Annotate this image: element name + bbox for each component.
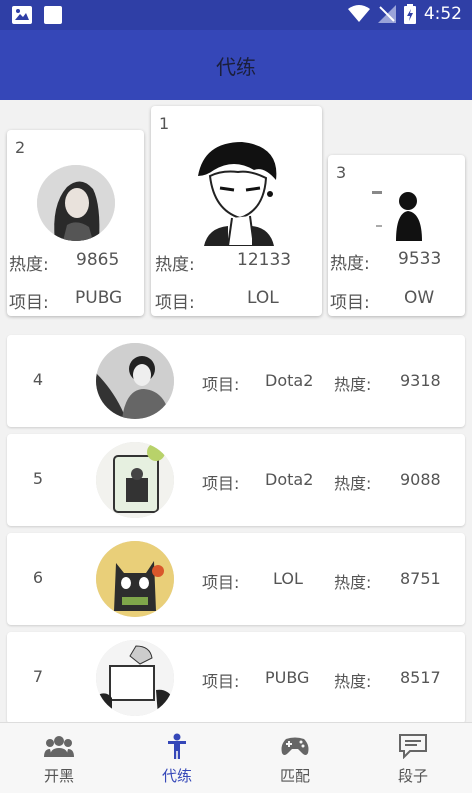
list-item[interactable]: 6 项目: LOL 热度: 8751 [7,533,465,625]
project-value: Dota2 [265,470,314,489]
project-label: 项目: [202,474,240,493]
notification-icon [44,6,62,24]
nav-label: 开黑 [43,767,74,785]
rank-number: 3 [336,163,347,182]
nav-item-duanzi[interactable]: 段子 [354,723,472,793]
heat-label: 热度: [155,255,195,275]
project-label: 项目: [330,293,370,313]
rank-number: 5 [32,469,44,488]
heat-label: 热度: [334,375,372,394]
group-icon [44,736,74,757]
app-bar: 代练 [0,30,472,100]
project-value: Dota2 [265,371,314,390]
heat-value: 9865 [76,250,120,270]
project-row: 项目: LOL [155,288,279,313]
rank-number: 6 [32,568,44,587]
project-row: 项目: PUBG [9,288,122,313]
heat-row: 热度: 12133 [155,250,291,275]
heat-row: 热度: 9533 [330,249,441,274]
person-icon [168,733,186,759]
heat-label: 热度: [9,255,49,275]
wifi-icon [347,5,370,22]
nav-label: 匹配 [279,767,310,785]
nav-label: 段子 [397,767,428,785]
nav-item-kaihei[interactable]: 开黑 [0,723,118,793]
chat-icon [399,734,427,759]
heat-row: 热度: 9865 [9,250,119,275]
heat-value: 9088 [400,470,441,489]
rank-number: 1 [159,114,170,133]
podium-card-rank-3[interactable]: 3 热度: 9533 项目: OW [328,155,465,316]
battery-icon [403,4,416,24]
project-label: 项目: [155,293,195,313]
list-item[interactable]: 7 项目: PUBG 热度: 8517 [7,632,465,724]
user-avatar [96,343,174,419]
heat-label: 热度: [330,254,370,274]
rank-number: 4 [32,370,44,389]
heat-label: 热度: [334,573,372,592]
user-avatar [37,165,115,241]
list-item[interactable]: 5 项目: Dota2 热度: 9088 [7,434,465,526]
heat-value: 8517 [400,668,441,687]
project-row: 项目: OW [330,288,434,313]
user-avatar [184,136,294,246]
user-avatar [96,541,174,617]
clock: 4:52 [423,4,462,24]
status-bar: 4:52 [0,0,472,30]
user-avatar [368,183,428,243]
rank-number: 7 [32,667,44,686]
project-value: LOL [247,288,279,308]
list-item[interactable]: 4 项目: Dota2 热度: 9318 [7,335,465,427]
heat-label: 热度: [334,474,372,493]
rank-number: 2 [15,138,26,157]
user-avatar [96,442,174,518]
heat-value: 9533 [398,249,442,269]
heat-label: 热度: [334,672,372,691]
nav-item-pipei[interactable]: 匹配 [236,723,354,793]
project-value: PUBG [265,668,310,687]
heat-value: 12133 [237,250,292,270]
nav-label: 代练 [161,767,192,785]
project-label: 项目: [9,293,49,313]
podium-card-rank-2[interactable]: 2 热度: 9865 项目: PUBG [7,130,144,316]
project-value: LOL [273,569,303,588]
bottom-navigation: 开黑 代练 匹配 段子 [0,722,472,793]
project-label: 项目: [202,573,240,592]
page-title: 代练 [216,54,256,79]
nav-item-dailian[interactable]: 代练 [118,723,236,793]
heat-value: 9318 [400,371,441,390]
project-value: OW [404,288,435,308]
podium-card-rank-1[interactable]: 1 热度: 12133 项目: LOL [151,106,322,316]
project-label: 项目: [202,672,240,691]
project-value: PUBG [75,288,123,308]
image-notification-icon [12,6,32,24]
user-avatar [96,640,174,716]
gamepad-icon [281,737,309,755]
heat-value: 8751 [400,569,441,588]
no-signal-icon [377,5,396,23]
project-label: 项目: [202,375,240,394]
